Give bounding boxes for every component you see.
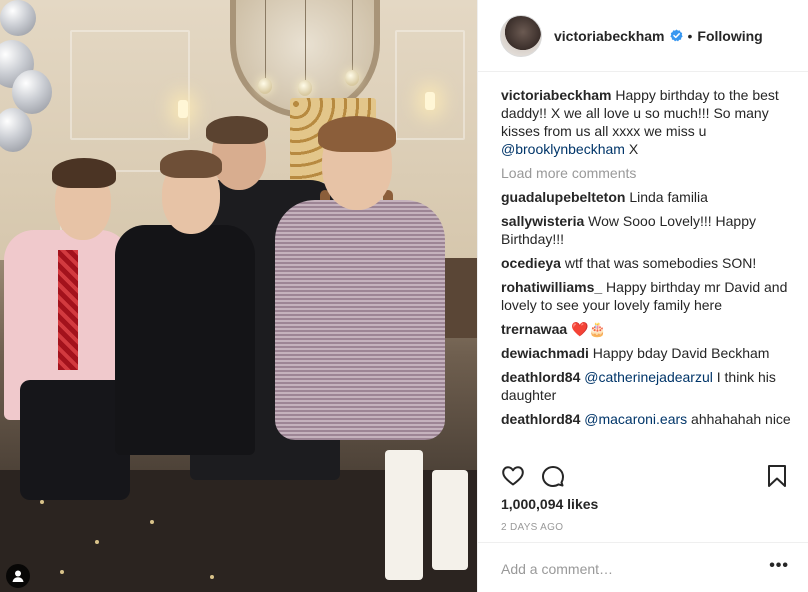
post-side-panel: victoriabeckham • Following victoriabeck… — [477, 0, 808, 592]
comments-list: victoriabeckham Happy birthday to the be… — [501, 86, 791, 434]
comment-username[interactable]: rohatiwilliams_ — [501, 279, 602, 295]
comment-username[interactable]: guadalupebelteton — [501, 189, 625, 205]
comment-item: sallywisteria Wow Sooo Lovely!!! Happy B… — [501, 212, 791, 248]
post-photo[interactable] — [0, 0, 477, 592]
confetti — [210, 575, 214, 579]
bookmark-icon[interactable] — [767, 464, 787, 488]
load-more-comments-button[interactable]: Load more comments — [501, 164, 791, 182]
pendant-light — [345, 70, 359, 86]
girl-hair — [318, 116, 396, 152]
boy-middle-hair — [160, 150, 222, 178]
girl-sock — [385, 450, 423, 580]
comment-text: wtf that was somebodies SON! — [560, 255, 757, 271]
post-timestamp[interactable]: 2 DAYS AGO — [501, 522, 563, 533]
pendant-wire — [265, 0, 266, 78]
comment-username[interactable]: dewiachmadi — [501, 345, 589, 361]
father-hair — [206, 116, 268, 144]
wall-panel — [70, 30, 190, 140]
header-separator: • — [687, 27, 693, 44]
comment-mention[interactable]: @macaroni.ears — [580, 411, 687, 427]
comment-mention[interactable]: @catherinejadearzul — [580, 369, 713, 385]
pendant-light — [298, 80, 312, 96]
comment-username[interactable]: trernawaa — [501, 321, 567, 337]
verified-badge-icon — [669, 29, 683, 42]
comment-username[interactable]: deathlord84 — [501, 411, 580, 427]
comment-bubble-icon[interactable] — [541, 464, 565, 488]
comment-text: ahhahahah nice — [687, 411, 791, 427]
avatar[interactable] — [500, 14, 542, 57]
user-tag-button[interactable] — [6, 564, 30, 588]
pendant-wire — [305, 0, 306, 80]
add-comment-bar: Add a comment… ••• — [478, 542, 808, 592]
add-comment-input[interactable]: Add a comment… — [501, 561, 613, 577]
caption-text-end: X — [624, 141, 639, 157]
caption-username[interactable]: victoriabeckham — [501, 87, 612, 103]
likes-count[interactable]: 1,000,094 likes — [501, 496, 598, 512]
pendant-light — [258, 78, 272, 94]
confetti — [150, 520, 154, 524]
post-header: victoriabeckham • Following — [478, 0, 808, 72]
striped-tie — [58, 250, 78, 370]
wall-panel — [395, 30, 465, 140]
more-options-button[interactable]: ••• — [769, 557, 789, 575]
boy-middle-hoodie — [115, 225, 255, 455]
comment-item: dewiachmadi Happy bday David Beckham — [501, 344, 791, 362]
comment-item: ocedieya wtf that was somebodies SON! — [501, 254, 791, 272]
girl-gingham-dress — [275, 200, 445, 440]
girl-sock — [432, 470, 468, 570]
caption-mention[interactable]: @brooklynbeckham — [501, 141, 625, 157]
comment-item: deathlord84 @catherinejadearzul I think … — [501, 368, 791, 404]
silver-balloon — [12, 70, 52, 114]
wall-sconce — [425, 92, 435, 110]
pendant-wire — [352, 0, 353, 70]
caption: victoriabeckham Happy birthday to the be… — [501, 86, 791, 158]
comment-username[interactable]: sallywisteria — [501, 213, 584, 229]
comment-text: Linda familia — [625, 189, 708, 205]
heart-icon[interactable] — [501, 464, 525, 488]
wall-sconce — [178, 100, 188, 118]
post-actions — [501, 462, 791, 490]
confetti — [95, 540, 99, 544]
confetti — [40, 500, 44, 504]
boy-left-hair — [52, 158, 116, 188]
comment-text: ❤️🎂 — [567, 321, 606, 337]
comment-item: rohatiwilliams_ Happy birthday mr David … — [501, 278, 791, 314]
comment-item: guadalupebelteton Linda familia — [501, 188, 791, 206]
author-username[interactable]: victoriabeckham — [554, 28, 665, 44]
silver-balloon — [0, 0, 36, 36]
user-tag-icon — [12, 570, 24, 582]
comment-username[interactable]: ocedieya — [501, 255, 561, 271]
comment-item: deathlord84 @macaroni.ears ahhahahah nic… — [501, 410, 791, 428]
boy-left-trousers — [20, 380, 130, 500]
following-button[interactable]: Following — [697, 28, 762, 44]
comment-text: Happy bday David Beckham — [588, 345, 770, 361]
confetti — [60, 570, 64, 574]
comment-item: trernawaa ❤️🎂 — [501, 320, 791, 338]
comment-username[interactable]: deathlord84 — [501, 369, 580, 385]
